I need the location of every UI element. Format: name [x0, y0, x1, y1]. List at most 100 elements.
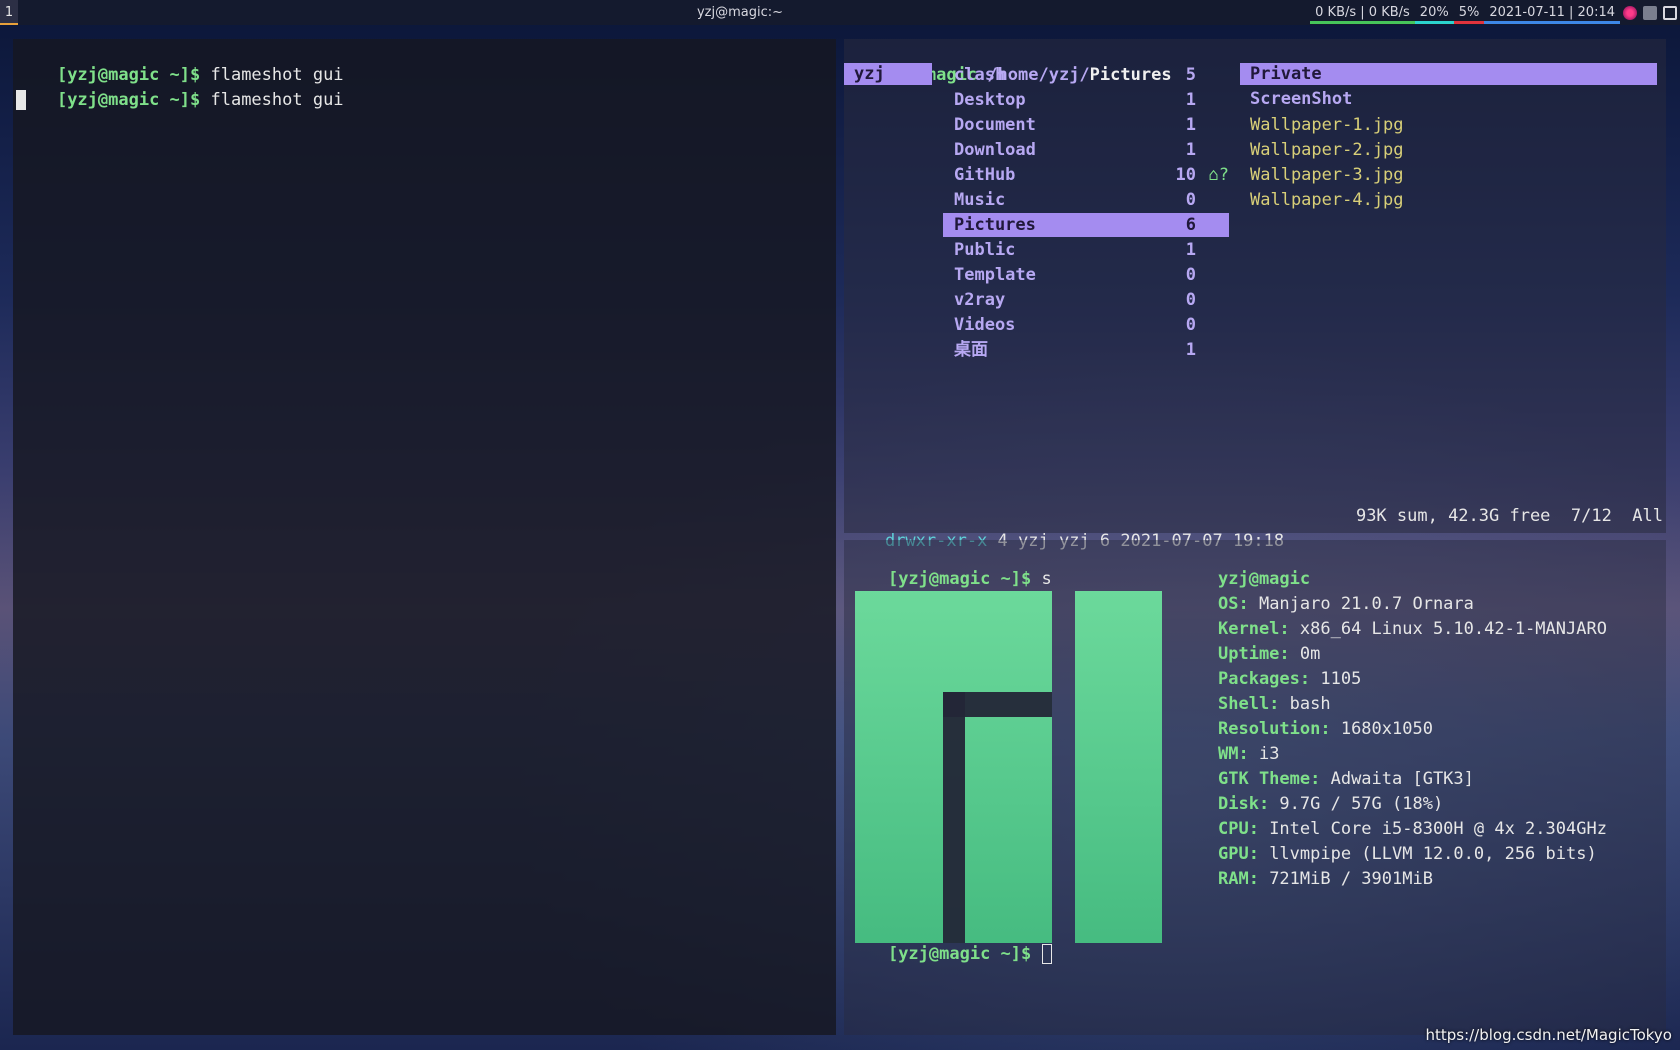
ranger-preview-dir[interactable]: Private: [1240, 63, 1657, 85]
ranger-dir-item[interactable]: Pictures 6: [943, 213, 1229, 237]
system-info-value: 9.7G / 57G (18%): [1269, 794, 1444, 814]
ranger-dir-item[interactable]: Template 0: [943, 263, 1229, 287]
ranger-preview-file[interactable]: Wallpaper-2.jpg: [1240, 138, 1404, 163]
ranger-preview-file[interactable]: Wallpaper-4.jpg: [1240, 188, 1404, 213]
ranger-dir-name: GitHub: [954, 165, 1016, 185]
system-info-value: bash: [1279, 694, 1331, 714]
ranger-dir-item[interactable]: Videos 0: [943, 313, 1229, 337]
system-info-key: GPU:: [1218, 844, 1259, 864]
system-info-key: Uptime:: [1218, 644, 1290, 664]
ranger-preview-file[interactable]: Wallpaper-1.jpg: [1240, 113, 1404, 138]
ranger-file-manager[interactable]: yzj@magic /home/yzj/Pictures yzj clash 5 D…: [844, 38, 1666, 551]
ranger-dir-item[interactable]: v2ray 0: [943, 288, 1229, 312]
ranger-dir-count: 5: [1185, 65, 1196, 85]
ranger-dir-name: Public: [954, 240, 1016, 260]
system-info-title: yzj@magic: [1218, 569, 1311, 589]
status-blocks: 0 KB/s | 0 KB/s 20% 5% 2021-07-11 | 20:1…: [1310, 0, 1680, 25]
system-info-row: WM: i3: [1218, 742, 1279, 767]
terminal-input-line[interactable]: [16, 88, 26, 113]
left-terminal[interactable]: [yzj@magic ~]$ flameshot gui [yzj@magic …: [13, 39, 836, 1035]
terminal-line: [yzj@magic ~]$ flameshot gui: [16, 38, 344, 85]
ranger-dir-item[interactable]: 桌面 1: [943, 338, 1229, 362]
system-info-key: Shell:: [1218, 694, 1280, 714]
system-info-row: Kernel: x86_64 Linux 5.10.42-1-MANJARO: [1218, 617, 1607, 642]
system-info-value: 1105: [1310, 669, 1362, 689]
system-info-row: RAM: 721MiB / 3901MiB: [1218, 867, 1433, 892]
system-info-key: GTK Theme:: [1218, 769, 1321, 789]
ranger-dir-item[interactable]: Download 1: [943, 138, 1229, 162]
ranger-dir-item[interactable]: Music 0: [943, 188, 1229, 212]
system-info-value: 0m: [1289, 644, 1321, 664]
flameshot-icon[interactable]: [1623, 5, 1637, 20]
i3-status-bar: 1 yzj@magic:~ 0 KB/s | 0 KB/s 20% 5% 202…: [0, 0, 1680, 25]
ranger-dir-name: clash: [954, 65, 1006, 85]
ranger-dir-count: 1: [1185, 90, 1196, 110]
ranger-dir-name: 桌面: [954, 340, 988, 360]
ranger-dir-item[interactable]: Document 1: [943, 113, 1229, 137]
system-info-row: Disk: 9.7G / 57G (18%): [1218, 792, 1443, 817]
ranger-preview-dir[interactable]: ScreenShot: [1240, 88, 1352, 110]
ranger-dir-count: 0: [1185, 315, 1196, 335]
window-title-text: yzj@magic:~: [696, 5, 784, 20]
system-info-row: GPU: llvmpipe (LLVM 12.0.0, 256 bits): [1218, 842, 1597, 867]
ranger-dir-name: Pictures: [954, 215, 1036, 235]
ranger-status-right: 93K sum, 42.3G free 7/12 All: [1355, 506, 1663, 526]
system-info-value: Manjaro 21.0.7 Ornara: [1248, 594, 1474, 614]
system-info-value: Adwaita [GTK3]: [1320, 769, 1474, 789]
ranger-dir-count: 10: [1175, 165, 1196, 185]
system-info-key: Packages:: [1218, 669, 1311, 689]
ranger-status-bar: drwxr-xr-x 4 yzj yzj 6 2021-07-07 19:18: [844, 504, 1284, 551]
shell-prompt: [yzj@magic ~]$: [56, 90, 201, 110]
git-status-flag: ⌂?: [1208, 165, 1229, 185]
ranger-dir-name: v2ray: [954, 290, 1006, 310]
system-info-row: Packages: 1105: [1218, 667, 1361, 692]
system-info-key: OS:: [1218, 594, 1249, 614]
shell-command: flameshot gui: [200, 90, 344, 110]
ranger-dir-name: Videos: [954, 315, 1016, 335]
terminal-line: [yzj@magic ~]$ s: [847, 542, 1052, 589]
ranger-dir-count: 1: [1185, 140, 1196, 160]
screenfetch-terminal[interactable]: [yzj@magic ~]$ s yzj@magic OS: Manjaro 2…: [844, 540, 1666, 1035]
system-info-value: llvmpipe (LLVM 12.0.0, 256 bits): [1258, 844, 1597, 864]
ranger-dir-item[interactable]: Public 1: [943, 238, 1229, 262]
ranger-parent-dir[interactable]: yzj: [844, 63, 932, 85]
system-info-row: CPU: Intel Core i5-8300H @ 4x 2.304GHz: [1218, 817, 1607, 842]
system-info-key: CPU:: [1218, 819, 1259, 839]
shell-prompt: [yzj@magic ~]$: [887, 944, 1032, 964]
system-info-value: x86_64 Linux 5.10.42-1-MANJARO: [1289, 619, 1607, 639]
system-info-value: 1680x1050: [1330, 719, 1433, 739]
ranger-dir-name: Template: [954, 265, 1036, 285]
shell-prompt: [yzj@magic ~]$: [887, 569, 1032, 589]
cpu-usage: 20%: [1414, 2, 1454, 24]
network-icon[interactable]: [1663, 5, 1677, 20]
ranger-dir-count: 1: [1185, 115, 1196, 135]
ranger-dir-count: 0: [1185, 290, 1196, 310]
system-info-row: Shell: bash: [1218, 692, 1331, 717]
ranger-dir-item[interactable]: GitHub 10 ⌂?: [943, 163, 1229, 187]
clipboard-icon[interactable]: [1643, 5, 1657, 20]
system-info-row: OS: Manjaro 21.0.7 Ornara: [1218, 592, 1474, 617]
ranger-dir-item[interactable]: Desktop 1: [943, 88, 1229, 112]
terminal-line: [yzj@magic ~]$ flameshot gui: [16, 63, 344, 110]
ranger-dir-name: Music: [954, 190, 1006, 210]
datetime: 2021-07-11 | 20:14: [1484, 2, 1620, 24]
ranger-dir-count: 0: [1185, 265, 1196, 285]
text-cursor: [1041, 944, 1052, 964]
ranger-dir-name: Document: [954, 115, 1036, 135]
system-info-row: GTK Theme: Adwaita [GTK3]: [1218, 767, 1474, 792]
ranger-dir-name: Desktop: [954, 90, 1026, 110]
system-info-key: Resolution:: [1218, 719, 1331, 739]
system-info-row: Uptime: 0m: [1218, 642, 1320, 667]
ranger-dir-count: 1: [1185, 240, 1196, 260]
network-speed: 0 KB/s | 0 KB/s: [1310, 2, 1415, 24]
ranger-dir-count: 0: [1185, 190, 1196, 210]
system-info-key: Disk:: [1218, 794, 1270, 814]
system-info-row: Resolution: 1680x1050: [1218, 717, 1433, 742]
logo-gap-left: [943, 692, 965, 943]
terminal-input-line[interactable]: [yzj@magic ~]$: [847, 917, 1052, 964]
system-info-key: Kernel:: [1218, 619, 1290, 639]
system-info-key: WM:: [1218, 744, 1249, 764]
ranger-header: yzj@magic /home/yzj/Pictures: [844, 38, 1172, 85]
ranger-dir-item[interactable]: clash 5: [943, 63, 1229, 87]
ranger-preview-file[interactable]: Wallpaper-3.jpg: [1240, 163, 1404, 188]
